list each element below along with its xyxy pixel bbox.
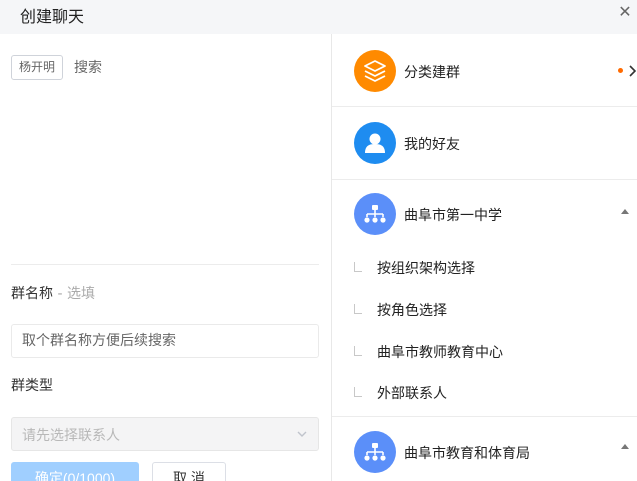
group-type-placeholder: 请先选择联系人	[22, 428, 120, 444]
right-pane: 分类建群 我的好友 曲阜市第一中学 按组织架构选择 按角色选择 曲阜市教师教育中…	[332, 34, 637, 481]
org-chart-icon	[354, 193, 396, 235]
layers-icon	[354, 50, 396, 92]
sub-item-label: 外部联系人	[377, 386, 447, 402]
tree-branch-icon	[354, 387, 362, 397]
unread-dot	[618, 68, 623, 73]
sub-item-label: 按组织架构选择	[377, 261, 475, 277]
school-org-item[interactable]: 曲阜市第一中学	[332, 180, 637, 248]
window-title: 创建聊天	[20, 7, 85, 26]
school-org-label: 曲阜市第一中学	[404, 208, 502, 224]
search-input[interactable]	[74, 56, 314, 80]
group-name-optional: - 选填	[53, 286, 95, 302]
left-pane: 杨开明 群名称 - 选填 群类型 请先选择联系人 确定(0/1000) 取 消	[0, 34, 331, 481]
sub-item-org-structure[interactable]: 按组织架构选择	[332, 256, 637, 292]
category-group-item[interactable]: 分类建群	[332, 34, 637, 106]
my-friends-item[interactable]: 我的好友	[332, 107, 637, 179]
category-group-label: 分类建群	[404, 65, 460, 81]
title-bar: 创建聊天 ✕	[0, 0, 637, 34]
selected-contact-chip[interactable]: 杨开明	[11, 55, 64, 80]
sub-item-role[interactable]: 按角色选择	[332, 298, 637, 334]
education-bureau-item[interactable]: 曲阜市教育和体育局	[332, 417, 637, 481]
chevron-right-icon	[629, 65, 637, 77]
education-bureau-label: 曲阜市教育和体育局	[404, 446, 530, 462]
org-chart-icon	[354, 431, 396, 473]
sub-item-label: 按角色选择	[377, 303, 447, 319]
close-icon[interactable]: ✕	[617, 4, 633, 20]
group-name-label-text: 群名称	[11, 286, 53, 302]
chevron-down-icon	[297, 431, 307, 437]
tree-branch-icon	[354, 346, 362, 356]
tree-branch-icon	[354, 262, 362, 272]
sub-item-label: 曲阜市教师教育中心	[377, 345, 503, 361]
group-name-input[interactable]	[11, 324, 319, 358]
group-type-label: 群类型	[11, 378, 53, 394]
left-divider	[11, 264, 319, 265]
sub-item-teacher-center[interactable]: 曲阜市教师教育中心	[332, 340, 637, 376]
group-name-label: 群名称 - 选填	[11, 283, 95, 303]
collapse-caret-icon[interactable]	[621, 444, 629, 449]
tree-branch-icon	[354, 304, 362, 314]
collapse-caret-icon[interactable]	[621, 209, 629, 214]
my-friends-label: 我的好友	[404, 137, 460, 153]
group-type-select[interactable]: 请先选择联系人	[11, 417, 319, 451]
user-icon	[354, 122, 396, 164]
cancel-button[interactable]: 取 消	[152, 462, 226, 481]
sub-item-external-contacts[interactable]: 外部联系人	[332, 381, 637, 417]
confirm-button[interactable]: 确定(0/1000)	[11, 462, 139, 481]
